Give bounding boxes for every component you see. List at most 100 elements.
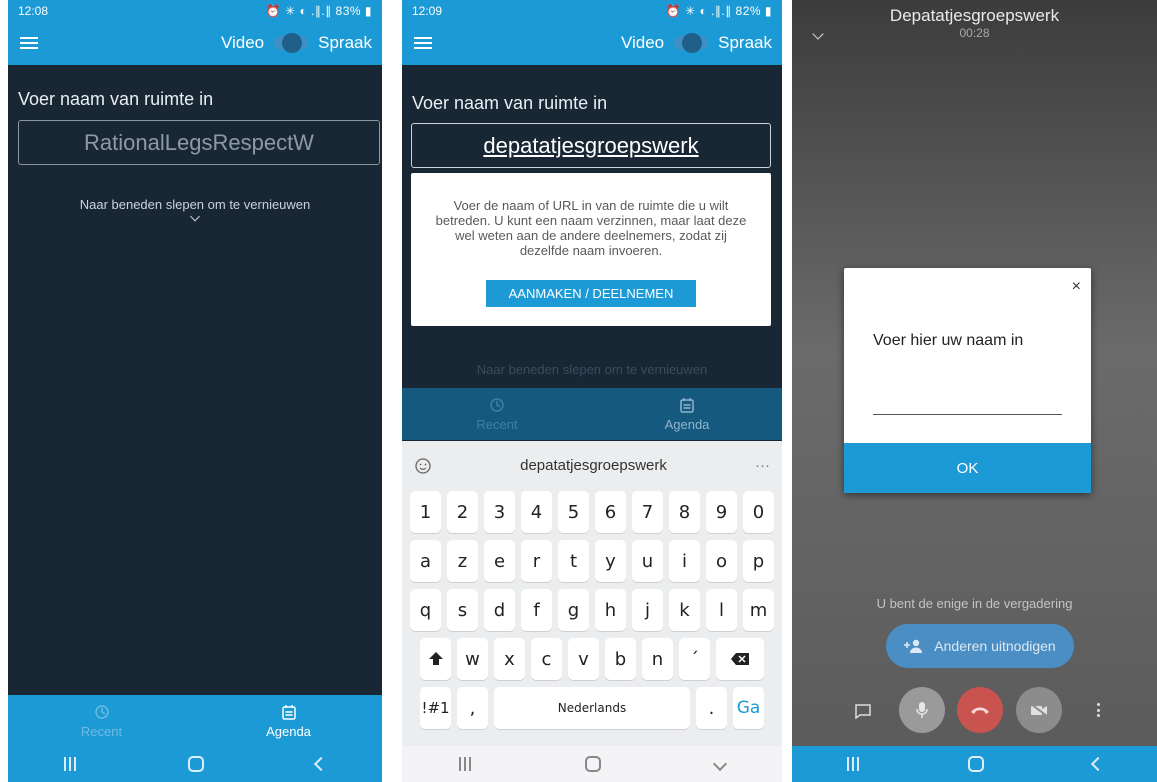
mute-button[interactable]: [899, 687, 945, 733]
refresh-hint: Naar beneden slepen om te vernieuwen: [476, 362, 708, 377]
key[interactable]: l: [706, 589, 737, 631]
keyboard-more-icon[interactable]: ···: [755, 457, 770, 474]
key[interactable]: 4: [521, 491, 552, 533]
key[interactable]: p: [743, 540, 774, 582]
comma-key[interactable]: ,: [457, 687, 488, 729]
key[interactable]: 0: [743, 491, 774, 533]
key[interactable]: d: [484, 589, 515, 631]
hang-up-button[interactable]: [957, 687, 1003, 733]
video-off-icon: [1030, 703, 1048, 717]
status-time: 12:09: [412, 3, 443, 18]
menu-icon[interactable]: [18, 35, 40, 51]
go-key[interactable]: Ga: [733, 687, 764, 729]
emoji-icon[interactable]: [414, 457, 432, 475]
close-icon[interactable]: ×: [1072, 278, 1081, 296]
key[interactable]: n: [642, 638, 673, 680]
room-name-input[interactable]: depatatjesgroepswerk: [411, 123, 771, 168]
menu-icon[interactable]: [412, 35, 434, 51]
hang-up-icon: [971, 707, 989, 714]
create-join-button[interactable]: AANMAKEN / DEELNEMEN: [486, 280, 696, 307]
key[interactable]: u: [632, 540, 663, 582]
key[interactable]: 7: [632, 491, 663, 533]
bottom-tab-bar: Recent Agenda: [8, 695, 382, 747]
app-bar: Video Spraak: [8, 21, 382, 65]
key[interactable]: 6: [595, 491, 626, 533]
key[interactable]: b: [605, 638, 636, 680]
key[interactable]: q: [410, 589, 441, 631]
recent-apps-icon[interactable]: [459, 757, 471, 771]
key[interactable]: 3: [484, 491, 515, 533]
system-nav-bar: [792, 746, 1157, 782]
key[interactable]: v: [568, 638, 599, 680]
key[interactable]: i: [669, 540, 700, 582]
key[interactable]: 8: [669, 491, 700, 533]
key[interactable]: f: [521, 589, 552, 631]
back-icon[interactable]: [1090, 756, 1105, 772]
backspace-key[interactable]: [716, 638, 764, 680]
refresh-hint: Naar beneden slepen om te vernieuwen: [79, 197, 311, 212]
tab-agenda[interactable]: Agenda: [592, 388, 782, 440]
key[interactable]: a: [410, 540, 441, 582]
video-voice-toggle[interactable]: [674, 33, 709, 53]
shift-key[interactable]: [420, 638, 451, 680]
key[interactable]: o: [706, 540, 737, 582]
key[interactable]: g: [558, 589, 589, 631]
voice-label: Spraak: [318, 33, 372, 52]
bottom-tab-bar: Recent Agenda: [402, 388, 782, 440]
status-bar: 12:08 ⏰ ✳ ◐ .∥.∥ 83% ▮: [8, 0, 382, 21]
key[interactable]: 2: [447, 491, 478, 533]
name-input[interactable]: [873, 414, 1062, 415]
keyboard-row-bottom: !#1 , Nederlands . Ga: [402, 687, 782, 729]
period-key[interactable]: .: [696, 687, 727, 729]
home-icon[interactable]: [188, 756, 204, 772]
key[interactable]: k: [669, 589, 700, 631]
key[interactable]: x: [494, 638, 525, 680]
meeting-title: Depatatjesgroepswerk: [889, 6, 1060, 25]
voice-label: Spraak: [718, 33, 772, 52]
keyboard-suggestion-bar: depatatjesgroepswerk ···: [402, 441, 782, 490]
key[interactable]: s: [447, 589, 478, 631]
tab-recent[interactable]: Recent: [402, 388, 592, 440]
camera-toggle-button[interactable]: [1016, 687, 1062, 733]
space-key[interactable]: Nederlands: [494, 687, 690, 729]
tab-recent-label: Recent: [476, 416, 518, 432]
shift-icon: [428, 652, 443, 665]
key[interactable]: w: [457, 638, 488, 680]
back-icon[interactable]: [313, 756, 329, 772]
phone-screen-call: Depatatjesgroepswerk 00:28 × Voer hier u…: [792, 0, 1157, 782]
phone-screen-room-entry: 12:08 ⏰ ✳ ◐ .∥.∥ 83% ▮ Video Spraak Voer…: [8, 0, 382, 782]
key[interactable]: 5: [558, 491, 589, 533]
key[interactable]: e: [484, 540, 515, 582]
microphone-icon: [916, 702, 928, 718]
key[interactable]: 9: [706, 491, 737, 533]
tab-recent[interactable]: Recent: [8, 695, 195, 747]
key[interactable]: z: [447, 540, 478, 582]
tab-agenda-label: Agenda: [664, 416, 710, 432]
invite-others-button[interactable]: Anderen uitnodigen: [886, 624, 1074, 668]
key[interactable]: ´: [679, 638, 710, 680]
home-icon[interactable]: [967, 756, 984, 772]
key[interactable]: r: [521, 540, 552, 582]
hide-keyboard-icon[interactable]: [712, 756, 728, 772]
symbols-key[interactable]: !#1: [420, 687, 451, 729]
recent-apps-icon[interactable]: [64, 757, 76, 771]
more-options-icon[interactable]: [1097, 703, 1101, 717]
key[interactable]: h: [595, 589, 626, 631]
room-name-input[interactable]: RationalLegsRespectW: [18, 120, 380, 165]
key[interactable]: y: [595, 540, 626, 582]
add-person-icon: [904, 639, 923, 653]
home-icon[interactable]: [585, 756, 601, 772]
key[interactable]: m: [743, 589, 774, 631]
chat-icon[interactable]: [854, 703, 872, 724]
room-name-label: Voer naam van ruimte in: [18, 89, 214, 109]
key[interactable]: j: [632, 589, 663, 631]
video-label: Video: [620, 33, 665, 52]
ok-button[interactable]: OK: [844, 443, 1091, 493]
tab-agenda[interactable]: Agenda: [195, 695, 382, 747]
recent-apps-icon[interactable]: [846, 757, 859, 771]
key[interactable]: 1: [410, 491, 441, 533]
key[interactable]: c: [531, 638, 562, 680]
keyboard-suggestion[interactable]: depatatjesgroepswerk: [432, 457, 755, 474]
key[interactable]: t: [558, 540, 589, 582]
video-voice-toggle[interactable]: [274, 33, 309, 53]
